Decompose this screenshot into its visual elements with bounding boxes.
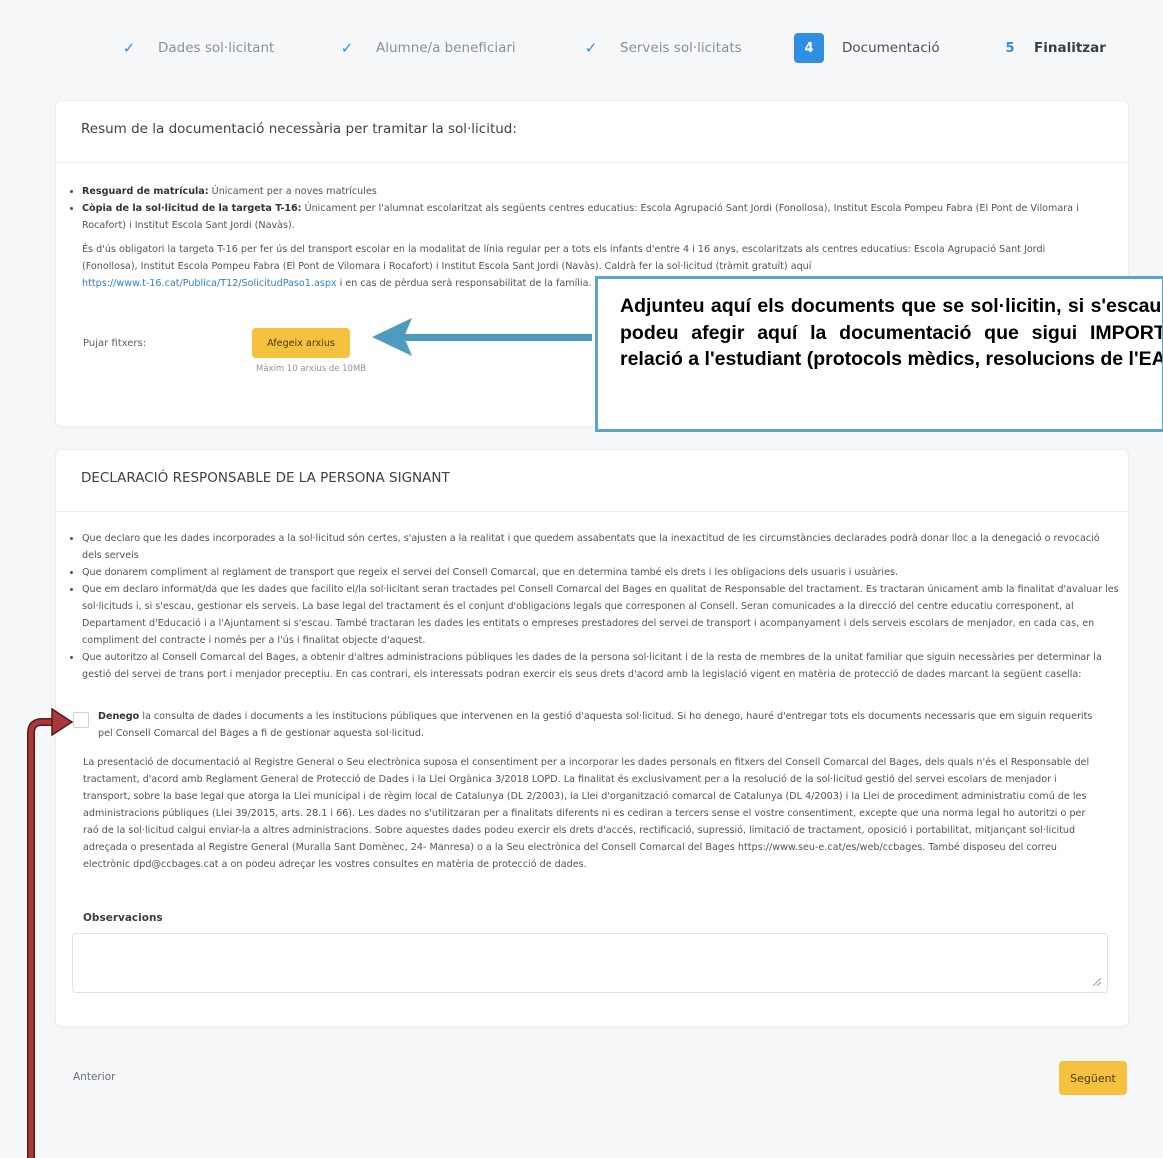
privacy-notice: La presentació de documentació al Regist… [83,757,1090,870]
step-number: 5 [1005,40,1015,56]
step-documentation[interactable]: 4 Documentació [794,31,940,65]
declaration-card: DECLARACIÓ RESPONSABLE DE LA PERSONA SIG… [55,449,1129,1027]
previous-link[interactable]: Anterior [73,1071,115,1083]
checkmark-icon: ✓ [122,39,136,57]
deny-text: la consulta de dades i documents a les i… [98,711,1093,739]
documentation-list: Resguard de matrícula: Únicament per a n… [59,183,1122,234]
list-item: Que autoritzo al Consell Comarcal del Ba… [82,649,1122,683]
step-finish[interactable]: 5 Finalitzar [1000,34,1106,62]
list-item: Que declaro que les dades incorporades a… [82,530,1122,564]
stepper: ✓ Dades sol·licitant ✓ Alumne/a benefici… [0,0,1163,90]
next-button[interactable]: Següent [1059,1061,1127,1095]
observations-label: Observacions [83,912,163,924]
t16-link[interactable]: https://www.t-16.cat/Publica/T12/Solicit… [82,278,337,289]
deny-bold: Denego [98,711,140,722]
item-bold: Còpia de la sol·licitud de la targeta T-… [82,203,302,214]
step-services[interactable]: ✓ Serveis sol·licitats [580,34,742,62]
step-label: Finalitzar [1034,40,1106,56]
item-bold: Resguard de matrícula: [82,186,209,197]
paragraph-text: És d'ús obligatori la targeta T-16 per f… [82,244,1046,272]
paragraph-end-text: i en cas de pèrdua serà responsabilitat … [336,278,592,289]
divider [56,162,1128,163]
step-label: Serveis sol·licitats [620,40,742,56]
step-label: Documentació [842,40,940,56]
checkmark-icon: ✓ [340,39,354,57]
declaration-list: Que declaro que les dades incorporades a… [59,530,1122,683]
list-item: Que donarem compliment al reglament de t… [82,564,1122,581]
deny-consent-checkbox[interactable] [73,712,89,728]
max-files-hint: Màxim 10 arxius de 10MB [256,364,367,374]
step-number: 4 [794,33,824,63]
step-label: Dades sol·licitant [158,40,275,56]
step-applicant[interactable]: ✓ Dades sol·licitant [118,34,275,62]
add-files-button[interactable]: Afegeix arxius [252,328,350,358]
item-text: Únicament per a noves matrícules [208,186,377,197]
checkmark-icon: ✓ [584,39,598,57]
list-item: Còpia de la sol·licitud de la targeta T-… [82,200,1122,234]
annotation-callout: Adjunteu aquí els documents que se sol·l… [595,276,1163,432]
resize-handle-icon[interactable] [1091,976,1101,986]
documentation-title: Resum de la documentació necessària per … [81,121,517,137]
upload-label: Pujar fitxers: [83,338,147,349]
deny-consent-text: Denego la consulta de dades i documents … [98,708,1098,742]
callout-text: Adjunteu aquí els documents que se sol·l… [620,295,1163,370]
declaration-title: DECLARACIÓ RESPONSABLE DE LA PERSONA SIG… [81,470,450,486]
observations-textarea[interactable] [72,933,1108,993]
list-item: Resguard de matrícula: Únicament per a n… [82,183,1122,200]
step-student[interactable]: ✓ Alumne/a beneficiari [336,34,516,62]
list-item: Que em declaro informat/da que les dades… [82,581,1122,649]
divider [56,511,1128,512]
step-label: Alumne/a beneficiari [376,40,516,56]
